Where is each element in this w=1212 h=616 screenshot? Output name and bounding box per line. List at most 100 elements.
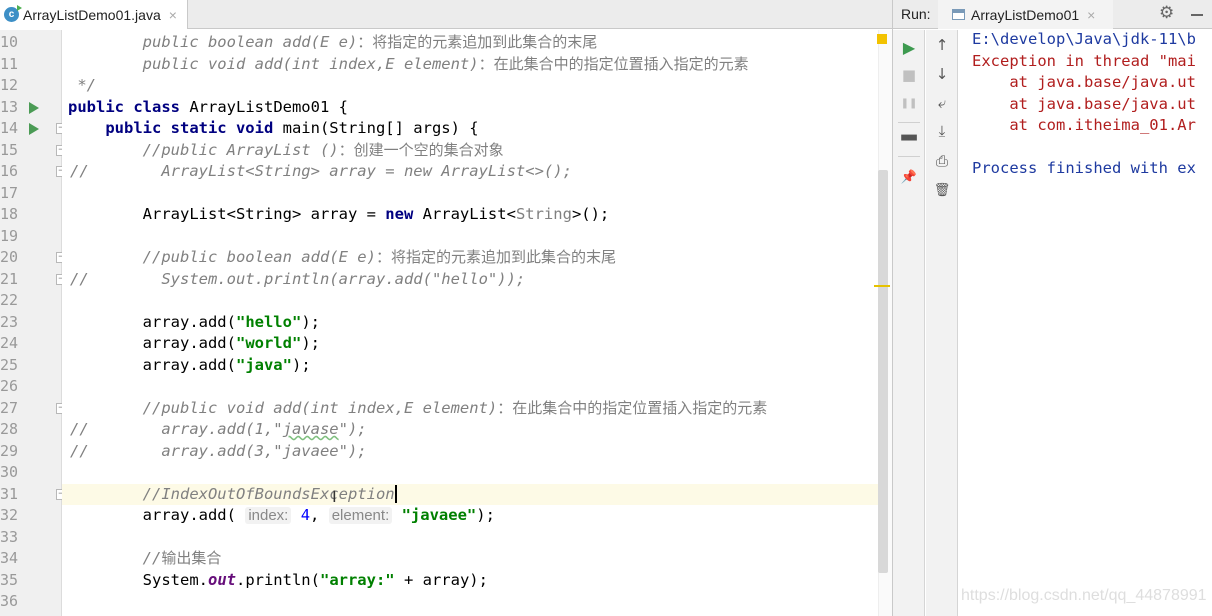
line-number: 22 (0, 291, 19, 309)
code-token: 输出集合 (161, 549, 222, 567)
code-line[interactable]: */ (62, 75, 878, 97)
print-icon[interactable]: ⎙ (926, 148, 958, 174)
code-token: array.add(3,"javaee"); (68, 441, 367, 460)
code-line[interactable]: array.add("hello"); (62, 312, 878, 334)
rerun-icon[interactable]: ▶ (893, 34, 925, 60)
parameter-hint: element: (328, 507, 393, 524)
scroll-to-end-icon[interactable]: ⤓ (926, 118, 958, 144)
line-number: 11 (0, 54, 19, 73)
console-line: Exception in thread "mai (972, 51, 1196, 70)
soft-wrap-icon[interactable]: ⤶ (926, 90, 958, 116)
code-line[interactable]: array.add(1,"javase"); (62, 419, 878, 441)
code-line[interactable]: //输出集合 (62, 548, 878, 570)
code-line[interactable]: array.add("world"); (62, 333, 878, 355)
code-token: array.add(1," (68, 420, 283, 438)
code-line[interactable]: //public void add(int index,E element)：在… (62, 398, 878, 420)
code-area[interactable]: public boolean add(E e)：将指定的元素追加到此集合的末尾 … (62, 30, 878, 616)
code-token: array.add( (68, 506, 246, 524)
pause-icon[interactable]: ❚❚ (893, 90, 925, 116)
code-line[interactable]: array.add("java"); (62, 355, 878, 377)
code-line[interactable]: array.add(3,"javaee"); (62, 441, 878, 463)
run-gutter-icon[interactable] (29, 101, 39, 114)
line-number: 21 (0, 269, 19, 288)
code-token: ：在此集合中的指定位置插入指定的元素 (478, 54, 749, 73)
run-toolbar-primary: ▶ ■ ❚❚ ▀▀ 📌 (893, 30, 925, 616)
code-line[interactable]: System.out.println("array:" + array); (62, 570, 878, 592)
console-line: E:\develop\Java\jdk-11\b (972, 30, 1196, 48)
code-line[interactable]: array.add( index: 4, element: "javaee"); (62, 505, 878, 527)
code-token: ); (291, 355, 311, 374)
code-line[interactable] (62, 376, 878, 398)
code-line[interactable]: //public boolean add(E e)：将指定的元素追加到此集合的末… (62, 247, 878, 269)
line-number: 30 (0, 463, 19, 481)
code-line[interactable]: System.out.println(array.add("hello")); (62, 269, 878, 291)
code-line[interactable]: //public ArrayList ()：创建一个空的集合对象 (62, 140, 878, 162)
code-token: main(String[] args) { (282, 119, 479, 137)
close-tab-icon[interactable]: × (169, 7, 177, 23)
line-number: 13 (0, 97, 19, 116)
code-line[interactable]: public class ArrayListDemo01 { (62, 97, 878, 119)
code-token: array.add( (68, 312, 236, 331)
line-number: 14 (0, 119, 19, 137)
line-number: 29 (0, 441, 19, 460)
run-tab-label: ArrayListDemo01 (971, 6, 1080, 23)
line-number: 32 (0, 506, 19, 524)
run-gutter-icon[interactable] (29, 123, 39, 135)
tab-arraylistdemo01-java[interactable]: c ArrayListDemo01.java × (0, 0, 188, 29)
code-line[interactable] (62, 290, 878, 312)
close-run-tab-icon[interactable]: × (1087, 7, 1095, 23)
code-token: // (68, 549, 162, 567)
code-token: ArrayListDemo01 { (189, 97, 348, 116)
code-token: ); (301, 312, 320, 331)
code-token: "array:" (319, 570, 395, 589)
pin-icon[interactable]: 📌 (893, 164, 925, 190)
code-token: */ (68, 76, 96, 94)
minimize-icon[interactable] (1191, 14, 1203, 16)
line-number: 28 (0, 420, 19, 438)
code-line[interactable] (62, 527, 878, 549)
gear-icon[interactable]: ⚙ (1159, 3, 1174, 23)
code-line[interactable]: public void add(int index,E element)：在此集… (62, 54, 878, 76)
code-line[interactable] (62, 183, 878, 205)
code-line[interactable] (62, 591, 878, 613)
code-token: array.add( (68, 334, 236, 352)
line-comment-marker: // (70, 162, 89, 180)
code-token: ：将指定的元素追加到此集合的末尾 (357, 33, 598, 51)
code-token: ：将指定的元素追加到此集合的末尾 (375, 248, 616, 266)
code-line[interactable]: ArrayList<String> array = new ArrayList<… (62, 204, 878, 226)
editor-scrollbar-thumb[interactable] (878, 170, 888, 573)
line-number: 25 (0, 355, 19, 374)
code-token: //public boolean add(E e) (68, 248, 376, 266)
console-output[interactable]: E:\develop\Java\jdk-11\b Exception in thr… (959, 30, 1212, 616)
run-toolbar-secondary: ↑ ↓ ⤶ ⤓ ⎙ 🗑 (926, 30, 958, 616)
up-arrow-icon[interactable]: ↑ (926, 32, 958, 58)
java-class-icon: c (4, 5, 22, 22)
line-number: 17 (0, 183, 19, 202)
layout-icon[interactable]: ▀▀ (893, 128, 925, 154)
code-line[interactable] (62, 462, 878, 484)
code-token: 4 (300, 506, 311, 524)
line-number: 33 (0, 527, 19, 546)
trash-icon[interactable]: 🗑 (926, 177, 958, 203)
code-token: + array); (394, 570, 488, 589)
line-number-gutter: 1011121314−15−16−17181920−21−22232425262… (0, 30, 67, 616)
line-number: 24 (0, 334, 19, 352)
down-arrow-icon[interactable]: ↓ (926, 61, 958, 87)
code-line[interactable]: ArrayList<String> array = new ArrayList<… (62, 161, 878, 183)
warning-indicator-icon[interactable] (877, 34, 887, 44)
code-token: ：创建一个空的集合对象 (338, 140, 504, 159)
code-token: "hello" (235, 312, 302, 331)
code-line[interactable]: //IndexOutOfBoundsException I (62, 483, 878, 506)
code-token: ArrayList<String> array = new ArrayList<… (68, 162, 572, 180)
scrollbar-marker[interactable] (874, 285, 890, 287)
line-number: 18 (0, 205, 19, 223)
code-line[interactable]: public boolean add(E e)：将指定的元素追加到此集合的末尾 (62, 32, 878, 54)
mouse-ibeam-cursor-icon: I (332, 486, 337, 506)
line-number: 31 (0, 484, 19, 503)
run-tool-window: Run: ArrayListDemo01 × ⚙ ▶ ■ ❚❚ ▀▀ 📌 ↑ ↓ ⤶ ⤓ ⎙ 🗑 … (892, 0, 1212, 616)
stop-icon[interactable]: ■ (893, 62, 925, 88)
run-tab-arraylistdemo01[interactable]: ArrayListDemo01 × (938, 0, 1113, 29)
code-line[interactable]: public static void main(String[] args) { (62, 118, 878, 140)
code-line[interactable] (62, 226, 878, 248)
